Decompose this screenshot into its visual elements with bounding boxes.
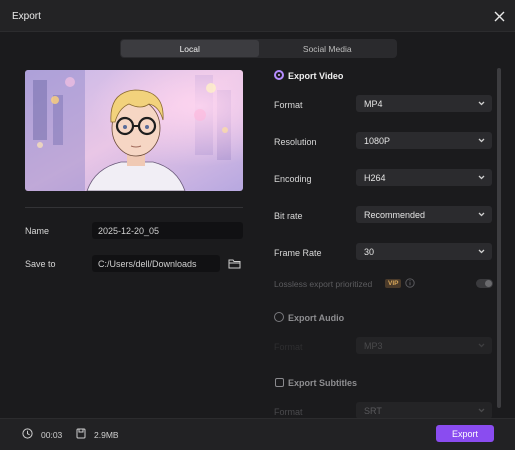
chevron-down-icon <box>478 249 485 254</box>
browse-folder-button[interactable] <box>227 256 242 271</box>
lossless-toggle[interactable] <box>476 279 493 288</box>
format-dropdown[interactable]: MP4 <box>356 95 492 112</box>
framerate-label: Frame Rate <box>274 248 322 258</box>
encoding-dropdown[interactable]: H264 <box>356 169 492 186</box>
bitrate-label: Bit rate <box>274 211 303 221</box>
info-icon[interactable] <box>405 278 415 288</box>
bitrate-value: Recommended <box>364 209 426 220</box>
framerate-dropdown[interactable]: 30 <box>356 243 492 260</box>
title-bar: Export <box>0 0 515 32</box>
bitrate-dropdown[interactable]: Recommended <box>356 206 492 223</box>
export-target-tabs: Local Social Media <box>120 39 397 58</box>
subtitles-format-label: Format <box>274 407 303 417</box>
tab-local[interactable]: Local <box>121 40 259 57</box>
chevron-down-icon <box>478 408 485 413</box>
chevron-down-icon <box>478 343 485 348</box>
close-button[interactable] <box>489 6 509 26</box>
duration-text: 00:03 <box>41 430 63 440</box>
audio-format-value: MP3 <box>364 340 383 351</box>
format-label: Format <box>274 100 303 110</box>
resolution-label: Resolution <box>274 137 317 147</box>
framerate-value: 30 <box>364 246 375 257</box>
window-title: Export <box>12 11 41 22</box>
vip-badge: VIP <box>385 279 402 288</box>
close-icon <box>494 11 504 21</box>
chevron-down-icon <box>478 138 485 143</box>
audio-format-dropdown: MP3 <box>356 337 492 354</box>
name-label: Name <box>25 226 50 236</box>
export-button[interactable]: Export <box>436 425 494 442</box>
export-video-radio[interactable] <box>274 70 284 80</box>
lossless-label: Lossless export prioritized <box>274 279 373 289</box>
export-audio-radio[interactable] <box>274 312 284 322</box>
settings-scrollbar[interactable] <box>497 68 501 408</box>
format-value: MP4 <box>364 98 383 109</box>
encoding-value: H264 <box>364 172 386 183</box>
subtitles-format-dropdown: SRT <box>356 402 492 419</box>
folder-icon <box>228 259 241 269</box>
export-audio-title: Export Audio <box>288 313 345 323</box>
resolution-dropdown[interactable]: 1080P <box>356 132 492 149</box>
export-video-title: Export Video <box>288 71 344 81</box>
chevron-down-icon <box>478 212 485 217</box>
video-preview-thumbnail <box>25 70 243 191</box>
file-size-text: 2.9MB <box>94 430 119 440</box>
resolution-value: 1080P <box>364 135 391 146</box>
subtitles-format-value: SRT <box>364 405 382 416</box>
encoding-label: Encoding <box>274 174 312 184</box>
save-path-input[interactable]: C:/Users/dell/Downloads <box>92 255 220 272</box>
export-subtitles-checkbox[interactable] <box>275 378 284 387</box>
chevron-down-icon <box>478 175 485 180</box>
clock-icon <box>22 428 33 439</box>
audio-format-label: Format <box>274 342 303 352</box>
tab-social-media[interactable]: Social Media <box>259 40 397 57</box>
export-subtitles-title: Export Subtitles <box>288 378 358 388</box>
left-divider <box>25 207 243 208</box>
name-input[interactable]: 2025-12-20_05 <box>92 222 243 239</box>
chevron-down-icon <box>478 101 485 106</box>
save-to-label: Save to <box>25 259 56 269</box>
file-size-icon <box>76 428 86 439</box>
